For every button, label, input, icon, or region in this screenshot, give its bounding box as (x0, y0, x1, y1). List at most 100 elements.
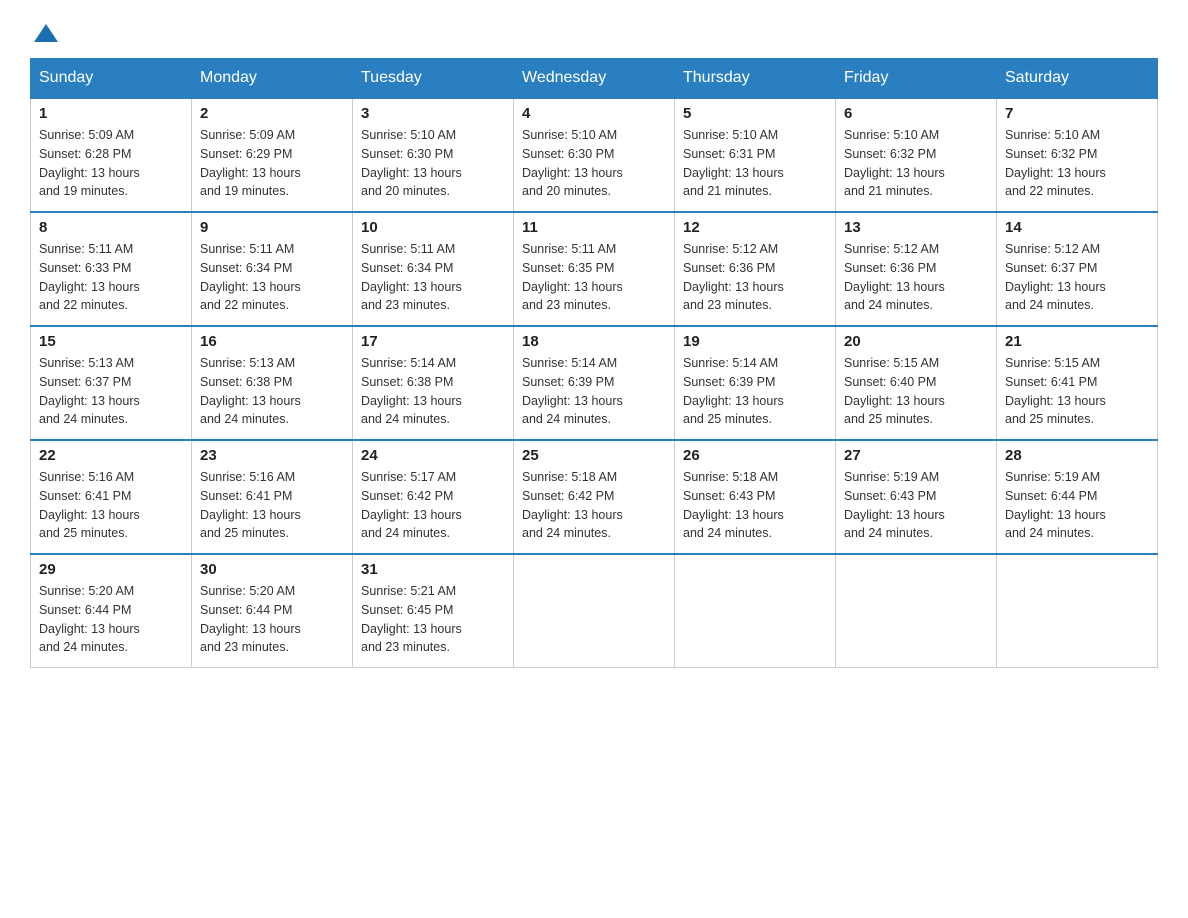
sunset-label: Sunset: 6:41 PM (1005, 375, 1097, 389)
day-number: 16 (200, 333, 344, 350)
day-info: Sunrise: 5:10 AM Sunset: 6:31 PM Dayligh… (683, 126, 827, 201)
daylight-minutes: and 19 minutes. (39, 184, 128, 198)
calendar-cell: 4 Sunrise: 5:10 AM Sunset: 6:30 PM Dayli… (514, 98, 675, 212)
day-number: 25 (522, 447, 666, 464)
calendar-cell: 23 Sunrise: 5:16 AM Sunset: 6:41 PM Dayl… (192, 440, 353, 554)
logo (30, 20, 62, 48)
day-info: Sunrise: 5:10 AM Sunset: 6:32 PM Dayligh… (1005, 126, 1149, 201)
day-info: Sunrise: 5:20 AM Sunset: 6:44 PM Dayligh… (39, 582, 183, 657)
sunrise-label: Sunrise: 5:13 AM (200, 356, 295, 370)
daylight-label: Daylight: 13 hours (1005, 280, 1106, 294)
sunset-label: Sunset: 6:32 PM (1005, 147, 1097, 161)
week-row-2: 8 Sunrise: 5:11 AM Sunset: 6:33 PM Dayli… (31, 212, 1158, 326)
daylight-minutes: and 22 minutes. (39, 298, 128, 312)
calendar-cell: 7 Sunrise: 5:10 AM Sunset: 6:32 PM Dayli… (997, 98, 1158, 212)
daylight-minutes: and 24 minutes. (844, 526, 933, 540)
sunrise-label: Sunrise: 5:12 AM (1005, 242, 1100, 256)
day-number: 18 (522, 333, 666, 350)
daylight-label: Daylight: 13 hours (200, 622, 301, 636)
week-row-1: 1 Sunrise: 5:09 AM Sunset: 6:28 PM Dayli… (31, 98, 1158, 212)
daylight-minutes: and 20 minutes. (361, 184, 450, 198)
logo-icon (32, 20, 60, 48)
sunset-label: Sunset: 6:42 PM (522, 489, 614, 503)
sunrise-label: Sunrise: 5:15 AM (844, 356, 939, 370)
sunset-label: Sunset: 6:34 PM (361, 261, 453, 275)
calendar-cell: 31 Sunrise: 5:21 AM Sunset: 6:45 PM Dayl… (353, 554, 514, 668)
sunrise-label: Sunrise: 5:10 AM (361, 128, 456, 142)
sunset-label: Sunset: 6:29 PM (200, 147, 292, 161)
daylight-label: Daylight: 13 hours (1005, 166, 1106, 180)
daylight-minutes: and 20 minutes. (522, 184, 611, 198)
calendar-cell: 22 Sunrise: 5:16 AM Sunset: 6:41 PM Dayl… (31, 440, 192, 554)
day-info: Sunrise: 5:10 AM Sunset: 6:30 PM Dayligh… (361, 126, 505, 201)
day-number: 7 (1005, 105, 1149, 122)
daylight-minutes: and 24 minutes. (39, 640, 128, 654)
sunrise-label: Sunrise: 5:12 AM (683, 242, 778, 256)
day-number: 17 (361, 333, 505, 350)
daylight-label: Daylight: 13 hours (683, 280, 784, 294)
logo-area (30, 20, 62, 48)
daylight-minutes: and 23 minutes. (683, 298, 772, 312)
sunrise-label: Sunrise: 5:11 AM (39, 242, 133, 256)
calendar-cell: 17 Sunrise: 5:14 AM Sunset: 6:38 PM Dayl… (353, 326, 514, 440)
calendar-cell: 5 Sunrise: 5:10 AM Sunset: 6:31 PM Dayli… (675, 98, 836, 212)
sunrise-label: Sunrise: 5:16 AM (39, 470, 134, 484)
day-number: 15 (39, 333, 183, 350)
day-number: 19 (683, 333, 827, 350)
sunset-label: Sunset: 6:39 PM (683, 375, 775, 389)
day-info: Sunrise: 5:10 AM Sunset: 6:32 PM Dayligh… (844, 126, 988, 201)
daylight-label: Daylight: 13 hours (39, 508, 140, 522)
daylight-label: Daylight: 13 hours (200, 508, 301, 522)
day-header-friday: Friday (836, 59, 997, 99)
sunrise-label: Sunrise: 5:14 AM (683, 356, 778, 370)
daylight-label: Daylight: 13 hours (844, 280, 945, 294)
daylight-minutes: and 23 minutes. (200, 640, 289, 654)
day-info: Sunrise: 5:12 AM Sunset: 6:37 PM Dayligh… (1005, 240, 1149, 315)
sunset-label: Sunset: 6:38 PM (200, 375, 292, 389)
day-number: 6 (844, 105, 988, 122)
calendar-cell: 27 Sunrise: 5:19 AM Sunset: 6:43 PM Dayl… (836, 440, 997, 554)
calendar-cell: 21 Sunrise: 5:15 AM Sunset: 6:41 PM Dayl… (997, 326, 1158, 440)
day-info: Sunrise: 5:13 AM Sunset: 6:38 PM Dayligh… (200, 354, 344, 429)
day-header-tuesday: Tuesday (353, 59, 514, 99)
day-info: Sunrise: 5:16 AM Sunset: 6:41 PM Dayligh… (200, 468, 344, 543)
day-info: Sunrise: 5:17 AM Sunset: 6:42 PM Dayligh… (361, 468, 505, 543)
daylight-label: Daylight: 13 hours (1005, 394, 1106, 408)
day-info: Sunrise: 5:14 AM Sunset: 6:38 PM Dayligh… (361, 354, 505, 429)
sunset-label: Sunset: 6:43 PM (844, 489, 936, 503)
day-header-thursday: Thursday (675, 59, 836, 99)
daylight-label: Daylight: 13 hours (522, 508, 623, 522)
sunrise-label: Sunrise: 5:09 AM (200, 128, 295, 142)
day-info: Sunrise: 5:11 AM Sunset: 6:33 PM Dayligh… (39, 240, 183, 315)
daylight-minutes: and 22 minutes. (1005, 184, 1094, 198)
calendar-cell: 9 Sunrise: 5:11 AM Sunset: 6:34 PM Dayli… (192, 212, 353, 326)
sunrise-label: Sunrise: 5:18 AM (683, 470, 778, 484)
page-header (30, 20, 1158, 48)
day-header-wednesday: Wednesday (514, 59, 675, 99)
calendar-cell: 3 Sunrise: 5:10 AM Sunset: 6:30 PM Dayli… (353, 98, 514, 212)
sunset-label: Sunset: 6:30 PM (361, 147, 453, 161)
day-number: 23 (200, 447, 344, 464)
day-number: 10 (361, 219, 505, 236)
daylight-label: Daylight: 13 hours (39, 394, 140, 408)
day-number: 22 (39, 447, 183, 464)
calendar-cell: 2 Sunrise: 5:09 AM Sunset: 6:29 PM Dayli… (192, 98, 353, 212)
calendar-header-row: SundayMondayTuesdayWednesdayThursdayFrid… (31, 59, 1158, 99)
calendar-cell: 1 Sunrise: 5:09 AM Sunset: 6:28 PM Dayli… (31, 98, 192, 212)
day-info: Sunrise: 5:12 AM Sunset: 6:36 PM Dayligh… (683, 240, 827, 315)
daylight-label: Daylight: 13 hours (683, 508, 784, 522)
daylight-minutes: and 25 minutes. (1005, 412, 1094, 426)
sunset-label: Sunset: 6:28 PM (39, 147, 131, 161)
day-info: Sunrise: 5:09 AM Sunset: 6:29 PM Dayligh… (200, 126, 344, 201)
sunset-label: Sunset: 6:34 PM (200, 261, 292, 275)
day-info: Sunrise: 5:09 AM Sunset: 6:28 PM Dayligh… (39, 126, 183, 201)
sunrise-label: Sunrise: 5:16 AM (200, 470, 295, 484)
calendar-cell: 29 Sunrise: 5:20 AM Sunset: 6:44 PM Dayl… (31, 554, 192, 668)
daylight-label: Daylight: 13 hours (844, 394, 945, 408)
daylight-minutes: and 24 minutes. (522, 412, 611, 426)
day-number: 9 (200, 219, 344, 236)
calendar-cell: 30 Sunrise: 5:20 AM Sunset: 6:44 PM Dayl… (192, 554, 353, 668)
week-row-5: 29 Sunrise: 5:20 AM Sunset: 6:44 PM Dayl… (31, 554, 1158, 668)
sunrise-label: Sunrise: 5:14 AM (361, 356, 456, 370)
sunrise-label: Sunrise: 5:10 AM (522, 128, 617, 142)
